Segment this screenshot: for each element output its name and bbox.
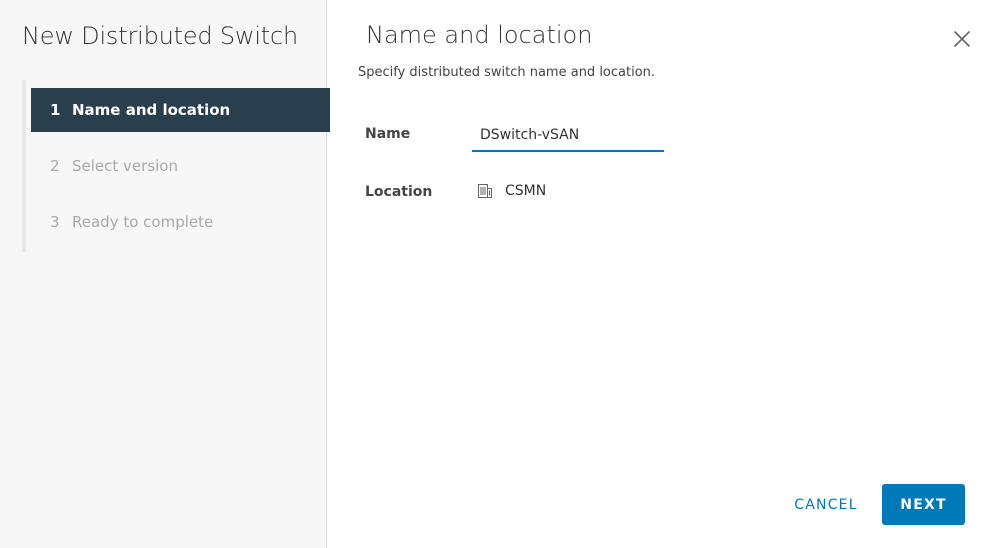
cancel-button[interactable]: CANCEL bbox=[781, 484, 871, 525]
step-name-and-location[interactable]: 1 Name and location bbox=[31, 88, 330, 132]
close-button[interactable] bbox=[949, 26, 975, 52]
step-number: 3 bbox=[50, 213, 60, 231]
datacenter-building-icon bbox=[476, 182, 494, 200]
step-number: 2 bbox=[50, 157, 60, 175]
location-label: Location bbox=[365, 184, 433, 200]
wizard-title: New Distributed Switch bbox=[22, 22, 299, 50]
page-title: Name and location bbox=[366, 21, 593, 49]
step-label: Ready to complete bbox=[72, 213, 214, 231]
wizard-steps: 1 Name and location 2 Select version 3 R… bbox=[22, 80, 330, 252]
wizard-dialog: New Distributed Switch 1 Name and locati… bbox=[0, 0, 986, 548]
location-text: CSMN bbox=[505, 183, 547, 199]
wizard-content: Name and location Specify distributed sw… bbox=[327, 0, 986, 548]
close-icon bbox=[954, 31, 970, 47]
step-select-version[interactable]: 2 Select version bbox=[26, 144, 326, 188]
location-value: CSMN bbox=[476, 182, 546, 200]
step-label: Select version bbox=[72, 157, 178, 175]
name-input[interactable] bbox=[472, 124, 664, 152]
page-subtitle: Specify distributed switch name and loca… bbox=[358, 65, 656, 80]
step-number: 1 bbox=[50, 101, 61, 119]
step-label: Name and location bbox=[72, 101, 231, 119]
name-label: Name bbox=[365, 126, 411, 142]
step-ready-to-complete[interactable]: 3 Ready to complete bbox=[26, 200, 326, 244]
next-button[interactable]: NEXT bbox=[882, 484, 965, 525]
wizard-sidebar: New Distributed Switch 1 Name and locati… bbox=[0, 0, 330, 548]
